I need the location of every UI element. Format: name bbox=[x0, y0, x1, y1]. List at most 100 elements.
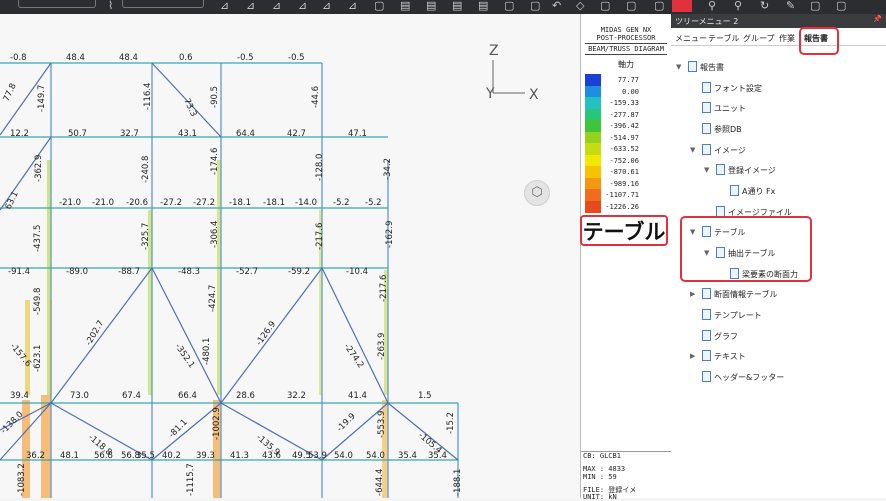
report-button[interactable] bbox=[672, 0, 692, 12]
member-force-label: 32.7 bbox=[120, 129, 139, 139]
member-force-label: -20.6 bbox=[126, 198, 148, 208]
document-icon bbox=[702, 82, 711, 93]
member-force-label: -424.7 bbox=[208, 285, 218, 312]
member-force-label: 35.4 bbox=[398, 451, 417, 461]
member-force-label: -325.7 bbox=[141, 223, 151, 250]
pin-icon[interactable]: 📌 bbox=[873, 15, 882, 23]
member-force-label: 32.2 bbox=[287, 391, 306, 401]
tree-menu-titlebar: ツリーメニュー 2 📌 bbox=[671, 14, 886, 28]
draw-tool-icon[interactable]: ⊿ bbox=[298, 0, 307, 11]
member-force-label: -240.8 bbox=[141, 156, 151, 183]
view-icon[interactable]: ▢ bbox=[504, 0, 514, 11]
tree-item-label: 参照DB bbox=[714, 125, 742, 134]
document-icon bbox=[702, 102, 711, 113]
tree-item-label: A通り Fx bbox=[742, 187, 776, 196]
member-force-label: 56.8 bbox=[94, 451, 113, 461]
legend-color-swatch bbox=[585, 177, 601, 190]
draw-tool-icon[interactable]: ⊿ bbox=[246, 0, 255, 11]
member-force-label: -34.2 bbox=[383, 158, 393, 180]
tool-icon[interactable]: ✎ bbox=[786, 0, 795, 11]
member-force-label: -89.0 bbox=[66, 267, 88, 277]
member-force-label: -162.9 bbox=[385, 221, 395, 248]
view-icon[interactable]: ▢ bbox=[530, 0, 540, 11]
top-toolbar: ⌇ ⊿ ⊿ ⊿ ⊿ ⊿ ⊿ ▢ ▤ ▤ ▤ ▤ ▢ ▢ ↶ ◇ ▢ ▢ ▢ ⚲ … bbox=[0, 0, 886, 14]
member-force-label: -52.7 bbox=[236, 267, 258, 277]
legend-header-line: MIDAS GEN NX bbox=[600, 26, 652, 34]
member-force-label: -48.3 bbox=[178, 267, 200, 277]
tree-item-label: ヘッダー&フッター bbox=[714, 373, 785, 382]
brace-member bbox=[50, 267, 153, 404]
draw-tool-icon[interactable]: ⊿ bbox=[322, 0, 331, 11]
view-icon[interactable]: ▢ bbox=[374, 0, 384, 11]
tree-expander-icon[interactable]: ▶ bbox=[690, 290, 695, 298]
tab-menu[interactable]: メニュー bbox=[675, 33, 707, 44]
member-force-label: -116.4 bbox=[143, 83, 153, 110]
legend-footer-line: MAX : 4833 bbox=[583, 465, 626, 473]
tree-item-label: テンプレート bbox=[714, 311, 762, 320]
member-force-label: -217.6 bbox=[315, 223, 325, 250]
view-icon[interactable]: ▤ bbox=[452, 0, 462, 11]
tree-item[interactable]: イメージ bbox=[702, 144, 746, 156]
tree-item[interactable]: 参照DB bbox=[702, 123, 742, 135]
tree-expander-icon[interactable]: ▼ bbox=[676, 63, 681, 71]
member-force-label: -10.4 bbox=[346, 267, 368, 277]
legend-color-swatch bbox=[585, 200, 601, 213]
tool-icon[interactable]: ◇ bbox=[576, 0, 584, 11]
undo-icon[interactable]: ↶ bbox=[552, 0, 561, 11]
tool-icon[interactable]: ▢ bbox=[626, 0, 636, 11]
view-cube-icon[interactable]: ⬡ bbox=[524, 180, 550, 206]
draw-tool-icon[interactable]: ⊿ bbox=[348, 0, 357, 11]
tree-item[interactable]: A通り Fx bbox=[730, 185, 775, 197]
tree-item[interactable]: ヘッダー&フッター bbox=[702, 371, 784, 383]
tab-work[interactable]: 作業 bbox=[779, 33, 795, 44]
tree-item[interactable]: テンプレート bbox=[702, 309, 762, 321]
member-force-label: 54.0 bbox=[366, 451, 385, 461]
member-force-label: -1002.9 bbox=[212, 407, 222, 440]
tree-item[interactable]: 断面情報テーブル bbox=[702, 288, 778, 300]
tree-expander-icon[interactable]: ▶ bbox=[690, 352, 695, 360]
tab-group[interactable]: グループ bbox=[743, 33, 775, 44]
report-tab-highlight bbox=[799, 27, 839, 55]
tool-icon[interactable]: ▢ bbox=[836, 0, 846, 11]
view-icon[interactable]: ▤ bbox=[400, 0, 410, 11]
toolbar-dropdown-2[interactable] bbox=[122, 0, 204, 8]
tree-item[interactable]: ユニット bbox=[702, 102, 746, 114]
member-force-label: 48.4 bbox=[119, 53, 138, 63]
member-force-label: 50.7 bbox=[68, 129, 87, 139]
search-icon[interactable]: ⚲ bbox=[734, 0, 742, 11]
tree-item[interactable]: フォント設定 bbox=[702, 82, 762, 94]
member-force-label: 43.1 bbox=[178, 129, 197, 139]
member-force-label: -0.5 bbox=[288, 53, 305, 63]
member-force-label: -1115.7 bbox=[186, 463, 196, 496]
draw-tool-icon[interactable]: ⊿ bbox=[272, 0, 281, 11]
table-callout-label: テーブル bbox=[580, 215, 668, 246]
view-icon[interactable]: ▤ bbox=[478, 0, 488, 11]
view-icon[interactable]: ▤ bbox=[426, 0, 436, 11]
model-view-canvas[interactable]: Z Y X -0.8 48.4 48.4 0.6 -0.5 -0.5 77.8 -149.7 -116… bbox=[0, 14, 580, 498]
tab-table[interactable]: テーブル bbox=[708, 33, 740, 44]
member-force-label: -90.5 bbox=[210, 86, 220, 108]
tree-item-label: イメージ bbox=[714, 146, 746, 155]
tool-icon[interactable]: ↻ bbox=[760, 0, 769, 11]
member-force-label: 1.5 bbox=[418, 391, 432, 401]
legend-value: -870.61 bbox=[609, 168, 639, 176]
tool-icon[interactable]: ▢ bbox=[810, 0, 820, 11]
search-icon[interactable]: ⚲ bbox=[708, 0, 716, 11]
member-force-label: -1083.2 bbox=[17, 463, 27, 496]
tree-item[interactable]: テキスト bbox=[702, 350, 746, 362]
tool-icon[interactable]: ▢ bbox=[654, 0, 664, 11]
tree-expander-icon[interactable]: ▼ bbox=[690, 146, 695, 154]
legend-color-swatch bbox=[585, 74, 601, 86]
tool-icon[interactable]: ⌇ bbox=[108, 0, 113, 11]
member-force-label: -0.5 bbox=[237, 53, 254, 63]
member-force-label: -59.2 bbox=[288, 267, 310, 277]
draw-tool-icon[interactable]: ⊿ bbox=[220, 0, 229, 11]
tree-item-label: ユニット bbox=[714, 104, 746, 113]
tree-item[interactable]: 報告書 bbox=[688, 61, 724, 73]
toolbar-dropdown-1[interactable] bbox=[18, 0, 96, 8]
tree-item[interactable]: 登録イメージ bbox=[716, 164, 776, 176]
tree-item[interactable]: グラフ bbox=[702, 330, 738, 342]
tool-icon[interactable]: ▢ bbox=[600, 0, 610, 11]
legend-value: -752.06 bbox=[609, 156, 639, 165]
tree-expander-icon[interactable]: ▼ bbox=[704, 166, 709, 174]
